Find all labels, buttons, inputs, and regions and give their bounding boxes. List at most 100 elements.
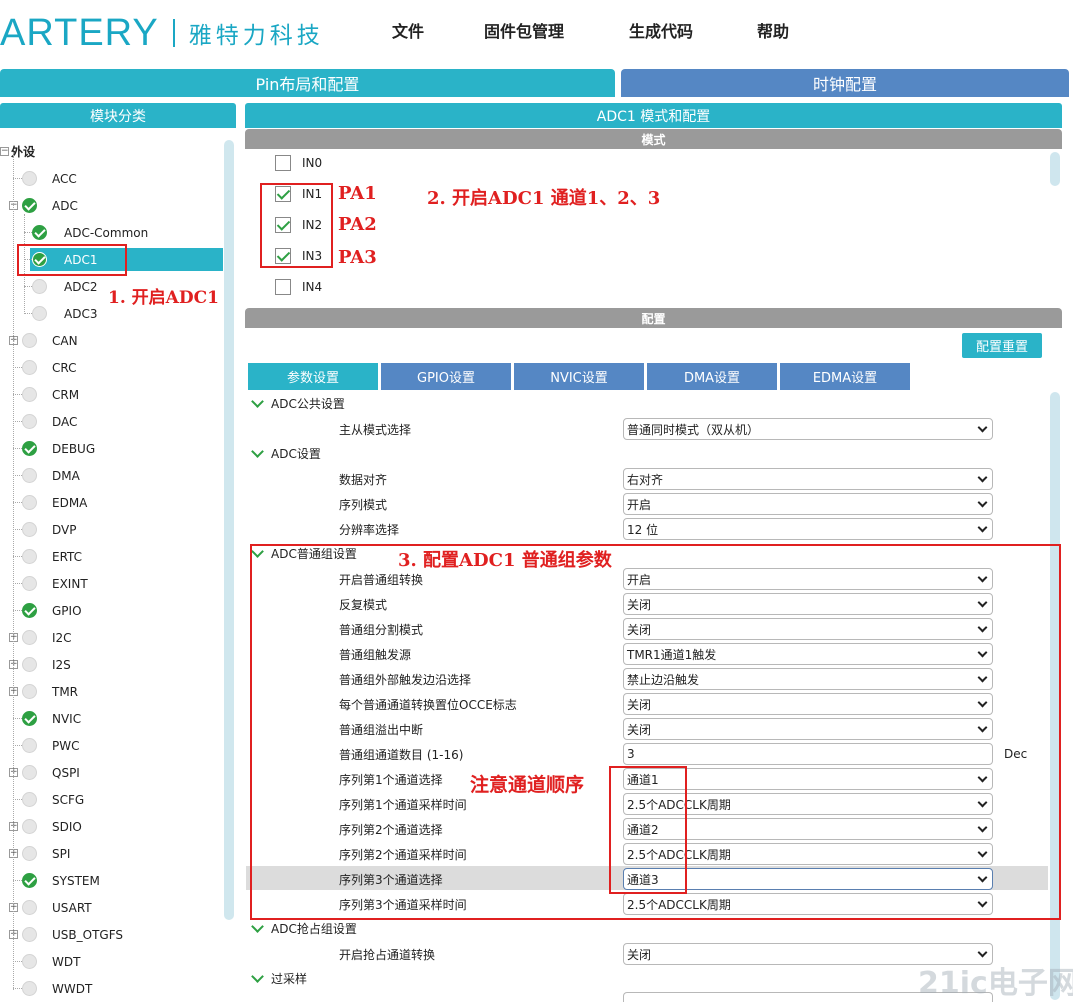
param-label: 开启抢占通道转换 <box>339 947 436 962</box>
param-label: 序列模式 <box>339 497 388 512</box>
tab-param-settings[interactable]: 参数设置 <box>248 363 378 390</box>
tree-item-exint[interactable]: EXINT <box>0 570 222 597</box>
logo: ARTERY 雅特力科技 <box>0 8 324 58</box>
tree-item-adc[interactable]: − ADC <box>0 192 222 219</box>
tree-item-dvp[interactable]: DVP <box>0 516 222 543</box>
empty-circle-icon <box>22 819 37 834</box>
menu-generate-code[interactable]: 生成代码 <box>629 18 693 42</box>
tree-item-scfg[interactable]: SCFG <box>0 786 222 813</box>
tree-item-gpio[interactable]: GPIO <box>0 597 222 624</box>
tree-connector <box>13 961 22 962</box>
highlight-adc1 <box>17 244 127 276</box>
empty-circle-icon <box>22 576 37 591</box>
param-value: 12 位 <box>627 522 659 537</box>
tree-item-label: SCFG <box>52 792 85 807</box>
param-label: 分辨率选择 <box>339 522 400 537</box>
tree-item-pwc[interactable]: PWC <box>0 732 222 759</box>
tree-connector <box>13 988 22 989</box>
tree-connector <box>13 475 22 476</box>
tree-item-i2s[interactable]: + I2S <box>0 651 222 678</box>
tree-item-wdt[interactable]: WDT <box>0 948 222 975</box>
watermark: 21ic电子网 <box>918 966 1073 1001</box>
module-category-title: 模块分类 <box>0 103 236 128</box>
tree-item-acc[interactable]: ACC <box>0 165 222 192</box>
tab-edma-settings[interactable]: EDMA设置 <box>780 363 910 390</box>
param-select[interactable]: 普通同时模式（双从机） <box>623 418 993 440</box>
tree-connector <box>24 232 32 233</box>
empty-circle-icon <box>22 468 37 483</box>
tree-item-wwdt[interactable]: WWDT <box>0 975 222 1002</box>
chevron-down-icon <box>251 919 264 933</box>
empty-circle-icon <box>22 684 37 699</box>
param-value: 普通同时模式（双从机） <box>627 422 760 437</box>
group-preempt[interactable]: ADC抢占组设置 <box>250 918 357 938</box>
tree-item-dma[interactable]: DMA <box>0 462 222 489</box>
annotation-note: 注意通道顺序 <box>470 774 585 796</box>
tree-item-ertc[interactable]: ERTC <box>0 543 222 570</box>
tree-item-sdio[interactable]: + SDIO <box>0 813 222 840</box>
tree-item-label: PWC <box>52 738 80 753</box>
group-adc-common[interactable]: ADC公共设置 <box>250 393 345 413</box>
tree-item-label: GPIO <box>52 603 82 618</box>
group-adc[interactable]: ADC设置 <box>250 443 321 463</box>
tab-gpio-settings[interactable]: GPIO设置 <box>381 363 511 390</box>
tree-item-i2c[interactable]: + I2C <box>0 624 222 651</box>
menu-file[interactable]: 文件 <box>392 18 424 42</box>
group-oversample[interactable]: 过采样 <box>250 968 307 988</box>
tree-item-label: ERTC <box>52 549 83 564</box>
config-reset-button[interactable]: 配置重置 <box>962 333 1042 358</box>
tree-connector <box>13 178 22 179</box>
tree-item-label: ADC-Common <box>64 225 149 240</box>
tree-connector <box>13 556 22 557</box>
tree-item-adc-common[interactable]: ADC-Common <box>0 219 222 246</box>
logo-divider <box>172 19 175 47</box>
empty-circle-icon <box>22 981 37 996</box>
tree-item-nvic[interactable]: NVIC <box>0 705 222 732</box>
tree-item-label: SYSTEM <box>52 873 100 888</box>
param-value: 右对齐 <box>627 472 664 487</box>
tree-root[interactable]: − 外设 <box>0 138 222 165</box>
tree-item-tmr[interactable]: + TMR <box>0 678 222 705</box>
channel-checkbox-in0[interactable] <box>275 155 291 171</box>
left-scrollbar[interactable] <box>224 140 234 920</box>
empty-circle-icon <box>22 495 37 510</box>
tree-connector <box>13 745 22 746</box>
tree-item-system[interactable]: SYSTEM <box>0 867 222 894</box>
tree-item-label: CRC <box>52 360 77 375</box>
empty-circle-icon <box>32 306 47 321</box>
tree-item-edma[interactable]: EDMA <box>0 489 222 516</box>
brand-name-cn: 雅特力科技 <box>188 23 324 49</box>
chevron-down-icon <box>251 969 264 983</box>
tree-item-qspi[interactable]: + QSPI <box>0 759 222 786</box>
mode-scrollbar[interactable] <box>1050 152 1060 186</box>
empty-circle-icon <box>22 333 37 348</box>
menu-firmware[interactable]: 固件包管理 <box>484 18 564 42</box>
tree-connector <box>13 367 22 368</box>
tab-nvic-settings[interactable]: NVIC设置 <box>514 363 644 390</box>
tree-item-debug[interactable]: DEBUG <box>0 435 222 462</box>
menu-help[interactable]: 帮助 <box>757 18 789 42</box>
collapse-icon[interactable]: − <box>0 147 9 156</box>
tab-pin-config[interactable]: Pin布局和配置 <box>0 69 615 97</box>
tree-connector <box>13 610 22 611</box>
tree-item-label: ADC <box>52 198 78 213</box>
tree-item-spi[interactable]: + SPI <box>0 840 222 867</box>
annotation-pa2: PA2 <box>338 214 377 235</box>
tree-item-can[interactable]: + CAN <box>0 327 222 354</box>
tree-connector <box>13 583 22 584</box>
param-select[interactable]: 12 位 <box>623 518 993 540</box>
param-select[interactable]: 开启 <box>623 493 993 515</box>
tab-clock-config[interactable]: 时钟配置 <box>621 69 1069 97</box>
tree-connector <box>13 880 22 881</box>
chevron-down-icon <box>977 422 988 433</box>
tree-item-crc[interactable]: CRC <box>0 354 222 381</box>
tab-dma-settings[interactable]: DMA设置 <box>647 363 777 390</box>
channel-checkbox-in4[interactable] <box>275 279 291 295</box>
tree-item-crm[interactable]: CRM <box>0 381 222 408</box>
tree-item-usb_otgfs[interactable]: + USB_OTGFS <box>0 921 222 948</box>
tree-item-usart[interactable]: + USART <box>0 894 222 921</box>
param-select[interactable]: 右对齐 <box>623 468 993 490</box>
tree-item-dac[interactable]: DAC <box>0 408 222 435</box>
chevron-down-icon <box>977 472 988 483</box>
tree-item-label: ACC <box>52 171 77 186</box>
